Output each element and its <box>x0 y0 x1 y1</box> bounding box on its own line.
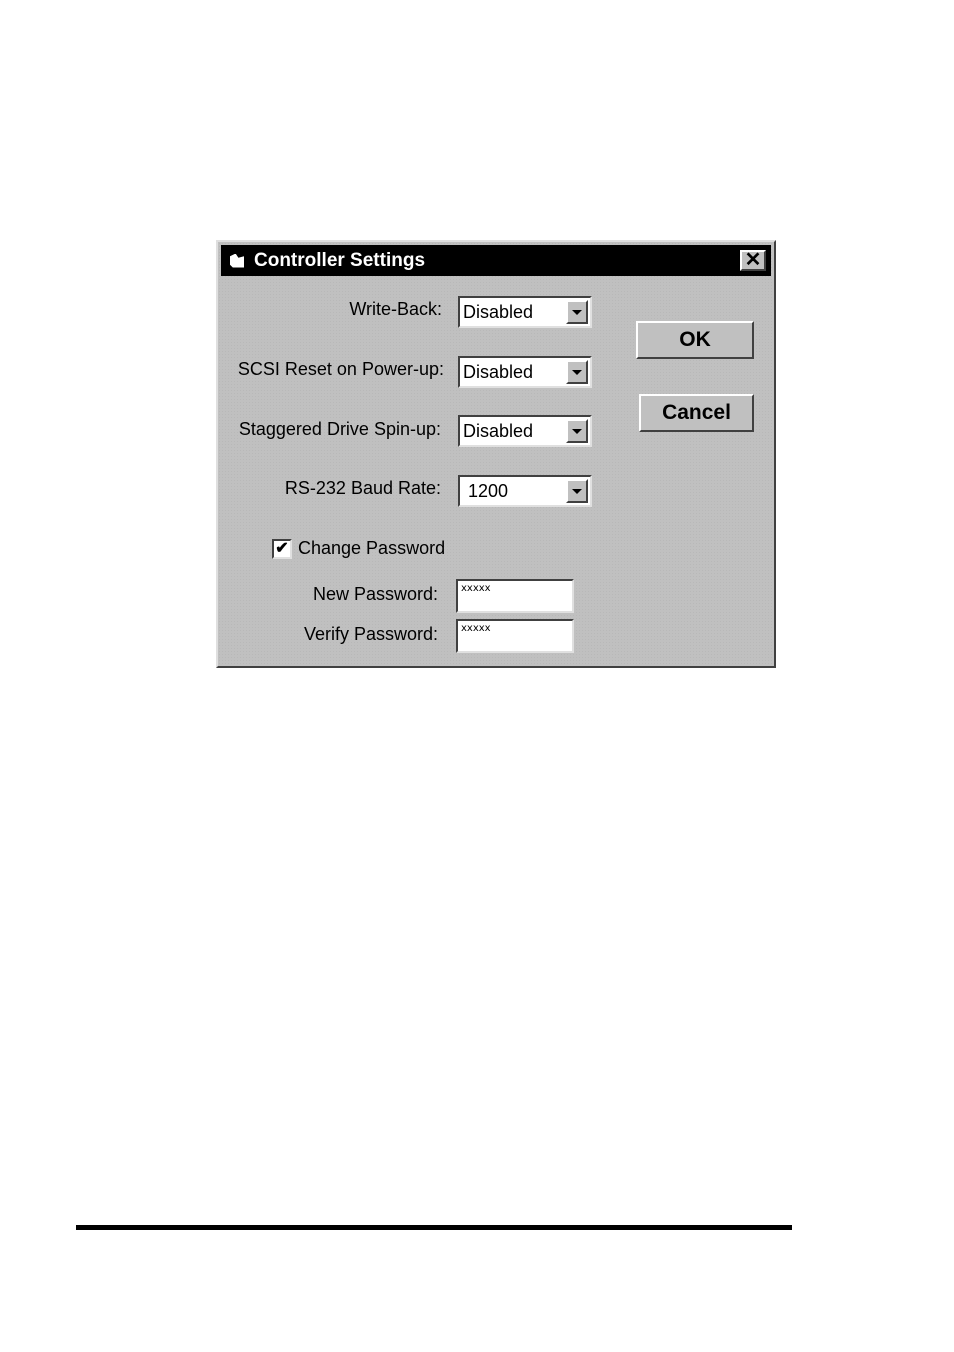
baud-rate-label: RS-232 Baud Rate: <box>284 478 441 498</box>
cancel-button[interactable]: Cancel <box>639 394 754 432</box>
verify-password-label: Verify Password: <box>303 624 438 644</box>
scsi-reset-select[interactable]: Disabled <box>458 356 592 388</box>
write-back-label: Write-Back: <box>349 299 442 319</box>
write-back-value: Disabled <box>463 302 534 322</box>
controller-app-icon <box>230 253 244 268</box>
controller-settings-dialog: Controller Settings ✕ Write-Back: Disabl… <box>216 240 776 668</box>
staggered-spinup-value: Disabled <box>463 421 534 441</box>
close-button[interactable]: ✕ <box>740 250 766 271</box>
baud-rate-value: 1200 <box>468 481 509 501</box>
change-password-checkbox[interactable]: ✔ <box>272 539 292 559</box>
staggered-spinup-select[interactable]: Disabled <box>458 415 592 447</box>
write-back-select[interactable]: Disabled <box>458 296 592 328</box>
chevron-down-icon[interactable] <box>566 360 588 384</box>
chevron-down-icon[interactable] <box>566 300 588 324</box>
scsi-reset-label: SCSI Reset on Power-up: <box>237 359 444 379</box>
close-icon: ✕ <box>744 249 762 271</box>
new-password-label: New Password: <box>312 584 438 604</box>
dialog-title: Controller Settings <box>254 249 426 271</box>
cancel-button-label: Cancel <box>662 401 731 424</box>
change-password-label[interactable]: Change Password <box>298 538 445 559</box>
ok-button-label: OK <box>679 328 711 351</box>
ok-button[interactable]: OK <box>636 321 754 359</box>
verify-password-input[interactable]: xxxxx <box>456 619 574 653</box>
chevron-down-icon[interactable] <box>566 419 588 443</box>
staggered-spinup-label: Staggered Drive Spin-up: <box>238 419 441 439</box>
page-rule-divider <box>76 1225 792 1230</box>
baud-rate-select[interactable]: 1200 <box>458 475 592 507</box>
new-password-input[interactable]: xxxxx <box>456 579 574 613</box>
title-bar[interactable]: Controller Settings ✕ <box>221 245 771 276</box>
chevron-down-icon[interactable] <box>566 479 588 503</box>
scsi-reset-value: Disabled <box>463 362 534 382</box>
checkmark-icon: ✔ <box>275 540 289 557</box>
